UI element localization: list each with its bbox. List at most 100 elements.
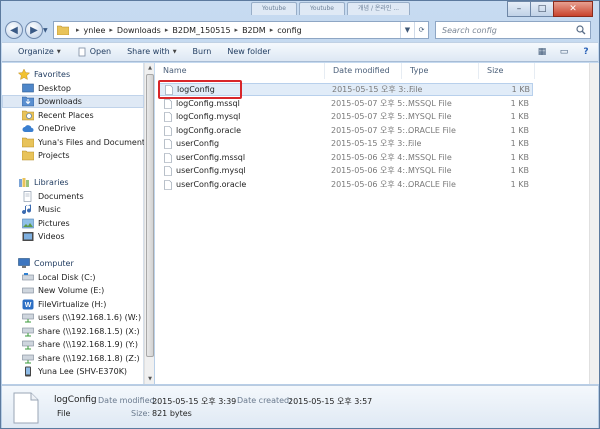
chevron-right-icon[interactable]: ▸	[235, 26, 239, 34]
nav-pictures[interactable]: Pictures	[2, 217, 144, 230]
nav-videos[interactable]: Videos	[2, 230, 144, 243]
address-dropdown-icon[interactable]: ▼	[400, 22, 414, 38]
share-with-button[interactable]: Share with ▼	[119, 43, 184, 61]
close-button[interactable]: ✕	[553, 1, 593, 17]
change-view-icon[interactable]: ▦	[534, 45, 550, 59]
nav-yuna-files[interactable]: Yuna's Files and Documents	[2, 136, 149, 149]
breadcrumb-item[interactable]: Downloads	[117, 26, 161, 35]
file-size: 1 KB	[510, 153, 529, 162]
computer-icon	[18, 258, 30, 268]
breadcrumb-item[interactable]: B2DM_150515	[172, 26, 230, 35]
preview-pane-icon[interactable]: ▭	[556, 45, 572, 59]
details-date-modified-label: Date modified:	[98, 396, 158, 405]
file-date: 2015-05-07 오후 5:...	[331, 126, 413, 135]
refresh-icon[interactable]: ⟳	[414, 22, 428, 38]
nav-recent-places[interactable]: Recent Places	[2, 109, 144, 122]
address-row: ◀ ▶ ▼ ▸ ynlee ▸ Downloads ▸ B2DM_150515 …	[1, 18, 599, 42]
column-header-size[interactable]: Size	[479, 63, 535, 79]
nav-share-z[interactable]: share (\\192.168.1.8) (Z:)	[2, 352, 144, 365]
open-button[interactable]: Open	[69, 43, 119, 61]
help-icon[interactable]: ?	[578, 45, 594, 59]
file-row[interactable]: userConfig.mssql 2015-05-06 오후 4:... MSS…	[159, 151, 533, 164]
nav-desktop[interactable]: Desktop	[2, 82, 144, 95]
breadcrumb-item[interactable]: ynlee	[84, 26, 106, 35]
search-input[interactable]: Search config	[435, 21, 591, 39]
column-header-name[interactable]: Name	[155, 63, 325, 79]
background-tab[interactable]: Youtube	[299, 2, 345, 15]
chevron-right-icon[interactable]: ▸	[165, 26, 169, 34]
nav-label: users (\\192.168.1.6) (W:)	[38, 313, 142, 322]
nav-computer[interactable]: Computer	[2, 257, 144, 270]
network-drive-icon	[22, 354, 34, 364]
organize-button[interactable]: Organize ▼	[10, 43, 69, 61]
explorer-window: Youtube Youtube 개념 / 온라인 ... – □ ✕ ◀ ▶ ▼…	[0, 0, 600, 429]
file-name: userConfig	[176, 139, 220, 148]
file-date: 2015-05-07 오후 5:...	[331, 99, 413, 108]
forward-arrow-icon: ▶	[30, 24, 38, 36]
forward-button[interactable]: ▶	[25, 21, 43, 39]
search-icon[interactable]	[576, 25, 586, 35]
nav-label: Local Disk (C:)	[38, 273, 96, 282]
scroll-down-icon[interactable]: ▼	[145, 374, 155, 384]
file-row[interactable]: logConfig.oracle 2015-05-07 오후 5:... ORA…	[159, 124, 533, 137]
file-row[interactable]: userConfig 2015-05-15 오후 3:... File 1 KB	[159, 137, 533, 150]
maximize-button[interactable]: □	[530, 1, 554, 17]
burn-button[interactable]: Burn	[185, 43, 220, 61]
nav-users-drive[interactable]: users (\\192.168.1.6) (W:)	[2, 311, 144, 324]
nav-share-x[interactable]: share (\\192.168.1.5) (X:)	[2, 325, 144, 338]
file-row[interactable]: logConfig.mysql 2015-05-07 오후 5:... MYSQ…	[159, 110, 533, 123]
file-type: File	[409, 85, 423, 94]
burn-label: Burn	[192, 47, 212, 56]
breadcrumb-item[interactable]: config	[277, 26, 301, 35]
nav-label: Desktop	[38, 84, 71, 93]
organize-label: Organize	[18, 47, 54, 56]
nav-documents[interactable]: Documents	[2, 190, 144, 203]
address-bar[interactable]: ▸ ynlee ▸ Downloads ▸ B2DM_150515 ▸ B2DM…	[53, 21, 429, 39]
nav-music[interactable]: Music	[2, 203, 144, 216]
svg-text:W: W	[25, 302, 32, 309]
file-row[interactable]: userConfig.mysql 2015-05-06 오후 4:... MYS…	[159, 164, 533, 177]
nav-projects[interactable]: Projects	[2, 149, 144, 162]
file-list-scrollbar[interactable]	[589, 63, 599, 384]
breadcrumb-item[interactable]: B2DM	[242, 26, 266, 35]
nav-label: share (\\192.168.1.8) (Z:)	[38, 354, 140, 363]
file-icon	[164, 111, 172, 122]
details-size: 821 bytes	[152, 409, 192, 418]
nav-label: Favorites	[34, 70, 71, 79]
chevron-right-icon[interactable]: ▸	[270, 26, 274, 34]
file-row[interactable]: userConfig.oracle 2015-05-06 오후 4:... OR…	[159, 178, 533, 191]
network-drive-icon	[22, 327, 34, 337]
file-type: MSSQL File	[408, 153, 452, 162]
nav-share-y[interactable]: share (\\192.168.1.9) (Y:)	[2, 338, 144, 351]
back-button[interactable]: ◀	[5, 21, 23, 39]
nav-phone[interactable]: Yuna Lee (SHV-E370K)	[2, 365, 144, 378]
scroll-thumb[interactable]	[146, 74, 154, 357]
background-tab[interactable]: 개념 / 온라인 ...	[347, 2, 411, 15]
new-folder-button[interactable]: New folder	[219, 43, 278, 61]
nav-scrollbar[interactable]: ▲ ▼	[144, 63, 154, 384]
virtual-drive-icon: W	[22, 299, 34, 310]
chevron-right-icon[interactable]: ▸	[109, 26, 113, 34]
nav-label: Yuna's Files and Documents	[38, 138, 150, 147]
caption-buttons: – □ ✕	[507, 1, 593, 17]
nav-local-disk[interactable]: Local Disk (C:)	[2, 271, 144, 284]
nav-label: Libraries	[34, 178, 69, 187]
column-header-date[interactable]: Date modified	[325, 63, 402, 79]
nav-new-volume[interactable]: New Volume (E:)	[2, 284, 144, 297]
file-name: userConfig.mysql	[176, 166, 246, 175]
file-size: 1 KB	[510, 166, 529, 175]
videos-icon	[22, 232, 34, 241]
nav-downloads[interactable]: Downloads	[2, 95, 144, 108]
scroll-up-icon[interactable]: ▲	[145, 63, 155, 73]
chevron-down-icon: ▼	[56, 49, 61, 55]
nav-libraries[interactable]: Libraries	[2, 176, 144, 189]
search-placeholder: Search config	[442, 25, 497, 35]
recent-pages-dropdown[interactable]: ▼	[43, 27, 51, 35]
nav-onedrive[interactable]: OneDrive	[2, 122, 144, 135]
column-header-type[interactable]: Type	[402, 63, 479, 79]
nav-filevirtualize[interactable]: W FileVirtualize (H:)	[2, 298, 144, 311]
background-tab[interactable]: Youtube	[251, 2, 297, 15]
music-icon	[22, 204, 32, 215]
minimize-button[interactable]: –	[507, 1, 531, 17]
nav-favorites[interactable]: Favorites	[2, 68, 144, 81]
